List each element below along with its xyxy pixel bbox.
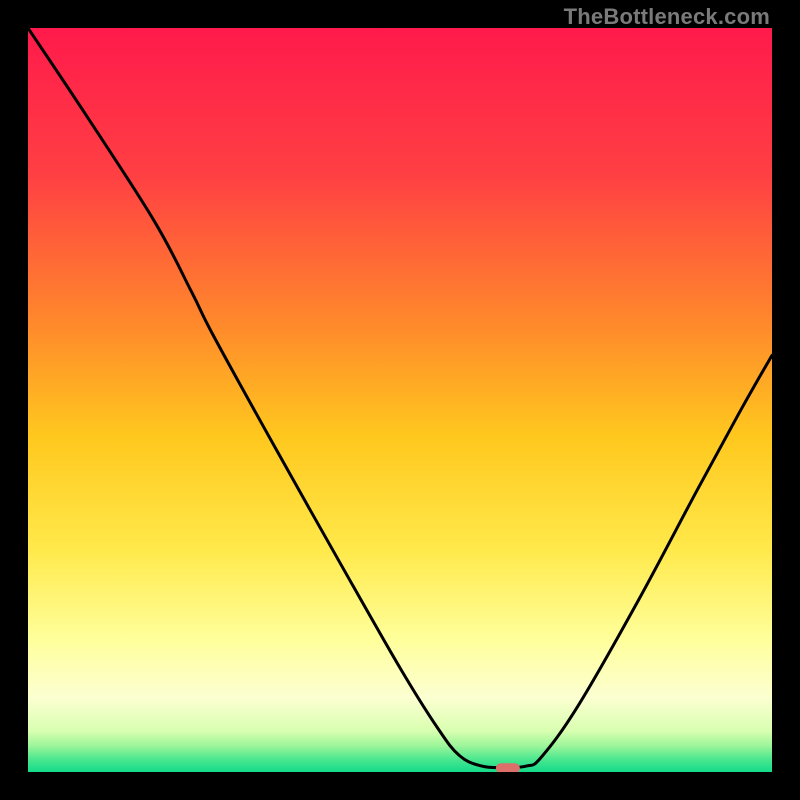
watermark-text: TheBottleneck.com	[564, 4, 770, 30]
plot-area	[28, 28, 772, 772]
chart-frame: TheBottleneck.com	[0, 0, 800, 800]
bottleneck-chart	[28, 28, 772, 772]
optimal-marker	[496, 763, 520, 772]
gradient-background	[28, 28, 772, 772]
